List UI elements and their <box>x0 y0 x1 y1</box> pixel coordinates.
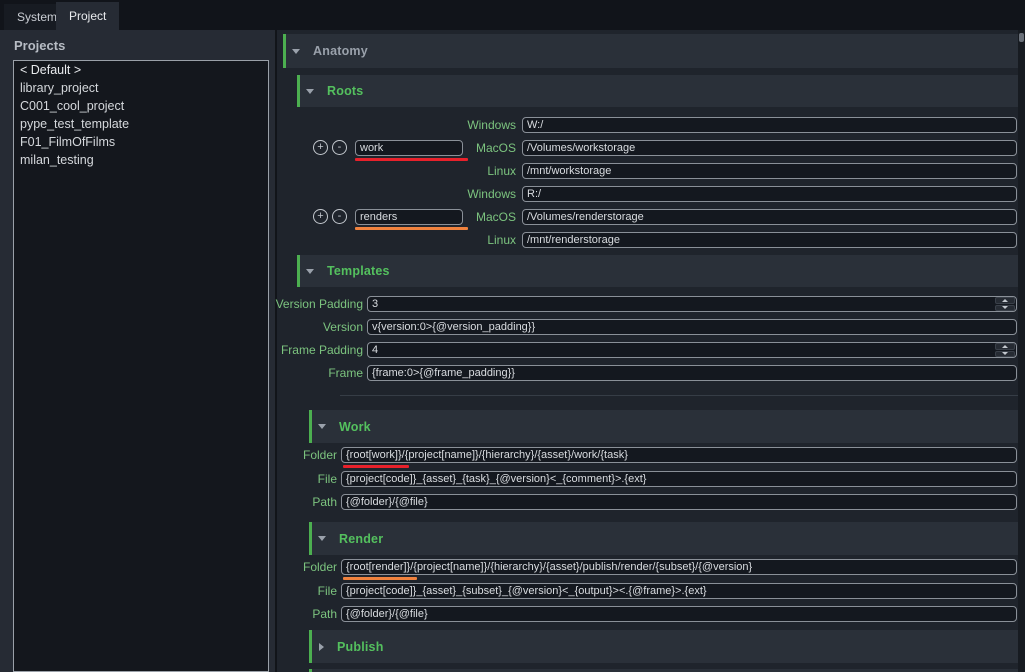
section-title: Roots <box>327 84 363 98</box>
section-anatomy-header[interactable]: Anatomy <box>283 34 1018 68</box>
root-renders-linux-input[interactable] <box>522 232 1017 248</box>
section-templates-header[interactable]: Templates <box>297 255 1018 287</box>
collapse-arrow-icon[interactable] <box>318 424 326 429</box>
section-title: Templates <box>327 264 390 278</box>
root-remove-button[interactable]: - <box>332 209 347 224</box>
section-title: Work <box>339 420 371 434</box>
section-render-header[interactable]: Render <box>309 522 1018 555</box>
accent-bar <box>309 522 312 555</box>
expand-arrow-icon[interactable] <box>319 643 324 651</box>
root-add-button[interactable]: + <box>313 140 328 155</box>
os-label-macos: MacOS <box>438 140 516 156</box>
root-remove-button[interactable]: - <box>332 140 347 155</box>
accent-bar <box>309 410 312 443</box>
os-label-windows: Windows <box>438 186 516 202</box>
root-renders-macos-input[interactable] <box>522 209 1017 225</box>
project-list-item[interactable]: C001_cool_project <box>14 97 268 115</box>
work-path-label: Path <box>259 494 337 510</box>
os-label-linux: Linux <box>438 163 516 179</box>
root-add-button[interactable]: + <box>313 209 328 224</box>
collapse-arrow-icon[interactable] <box>318 536 326 541</box>
render-folder-label: Folder <box>259 559 337 575</box>
os-label-windows: Windows <box>438 117 516 133</box>
accent-bar <box>309 630 312 663</box>
frame-input[interactable] <box>367 365 1017 381</box>
os-label-linux: Linux <box>438 232 516 248</box>
spin-down-icon[interactable] <box>995 351 1015 358</box>
render-folder-input[interactable] <box>341 559 1017 575</box>
root-renders-modified-underline <box>355 227 468 230</box>
section-roots-header[interactable]: Roots <box>297 75 1018 107</box>
render-path-input[interactable] <box>341 606 1017 622</box>
tab-bar: System Project <box>0 0 1025 30</box>
tab-project[interactable]: Project <box>56 2 119 30</box>
templates-divider <box>340 395 1018 396</box>
work-file-input[interactable] <box>341 471 1017 487</box>
accent-bar <box>297 255 300 287</box>
render-path-label: Path <box>259 606 337 622</box>
frame-label: Frame <box>203 365 363 381</box>
scrollbar[interactable] <box>1018 30 1025 672</box>
frame-padding-spinner[interactable] <box>995 343 1015 357</box>
collapse-arrow-icon[interactable] <box>306 89 314 94</box>
root-work-linux-input[interactable] <box>522 163 1017 179</box>
accent-bar <box>297 75 300 107</box>
work-folder-input[interactable] <box>341 447 1017 463</box>
os-label-macos: MacOS <box>438 209 516 225</box>
scrollbar-thumb[interactable] <box>1019 33 1024 42</box>
project-list-item[interactable]: F01_FilmOfFilms <box>14 133 268 151</box>
section-title: Anatomy <box>313 44 368 58</box>
root-work-windows-input[interactable] <box>522 117 1017 133</box>
settings-window: System Project Projects < Default > libr… <box>0 0 1025 672</box>
project-list-item[interactable]: library_project <box>14 79 268 97</box>
render-file-label: File <box>259 583 337 599</box>
project-list-item-default[interactable]: < Default > <box>14 61 268 79</box>
projects-title: Projects <box>14 38 65 53</box>
work-path-input[interactable] <box>341 494 1017 510</box>
accent-bar <box>283 34 286 68</box>
section-publish-header[interactable]: Publish <box>309 630 1018 663</box>
frame-padding-input[interactable] <box>367 342 1017 358</box>
work-folder-label: Folder <box>259 447 337 463</box>
render-root-token-underline <box>343 577 417 580</box>
version-padding-spinner[interactable] <box>995 297 1015 311</box>
version-padding-input[interactable] <box>367 296 1017 312</box>
work-root-token-underline <box>343 465 409 468</box>
render-file-input[interactable] <box>341 583 1017 599</box>
section-work-header[interactable]: Work <box>309 410 1018 443</box>
root-work-macos-input[interactable] <box>522 140 1017 156</box>
spin-up-icon[interactable] <box>995 297 1015 304</box>
collapse-arrow-icon[interactable] <box>306 269 314 274</box>
section-title: Render <box>339 532 383 546</box>
version-input[interactable] <box>367 319 1017 335</box>
version-padding-label: Version Padding <box>203 296 363 312</box>
spin-down-icon[interactable] <box>995 305 1015 312</box>
spin-up-icon[interactable] <box>995 343 1015 350</box>
root-renders-windows-input[interactable] <box>522 186 1017 202</box>
root-work-modified-underline <box>355 158 468 161</box>
section-title: Publish <box>337 640 384 654</box>
version-label: Version <box>203 319 363 335</box>
work-file-label: File <box>259 471 337 487</box>
project-list-item[interactable]: pype_test_template <box>14 115 268 133</box>
project-list-item[interactable]: milan_testing <box>14 151 268 169</box>
collapse-arrow-icon[interactable] <box>292 49 300 54</box>
frame-padding-label: Frame Padding <box>203 342 363 358</box>
